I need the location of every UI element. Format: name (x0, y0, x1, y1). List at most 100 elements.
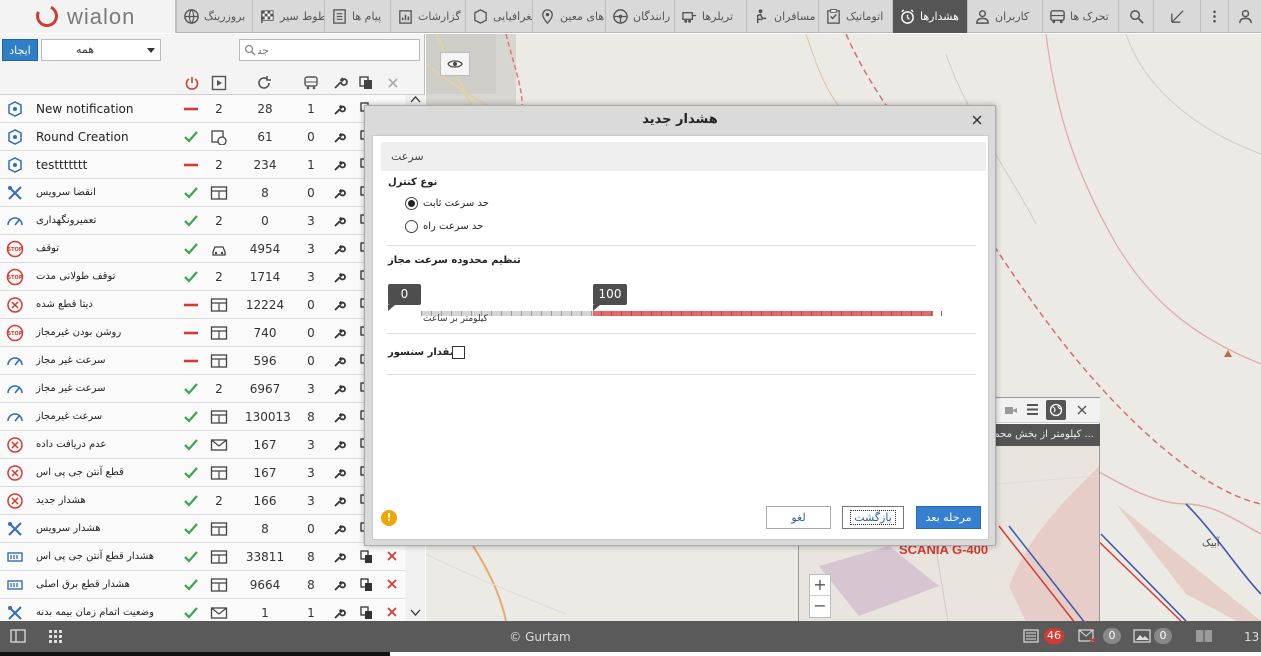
next-button[interactable]: مرحله بعد (916, 506, 981, 529)
notification-row[interactable]: تعمیرونگهداری 2 0 3 (0, 207, 405, 235)
disabled-dash-icon[interactable] (183, 297, 199, 313)
wrench-icon[interactable] (333, 242, 347, 256)
slider-min-handle[interactable]: 0 (388, 284, 421, 311)
nav-item-tracks[interactable]: خطوط سیر (252, 0, 324, 33)
map-visibility-button[interactable] (440, 52, 470, 76)
enabled-check-icon[interactable] (183, 213, 199, 229)
enabled-check-icon[interactable] (183, 269, 199, 285)
notification-name[interactable]: عدم دریافت داده (36, 439, 106, 450)
nav-item-geofences[interactable]: جغرافیایی (465, 0, 532, 33)
delete-icon[interactable] (386, 578, 398, 590)
delete-icon[interactable] (385, 75, 401, 91)
enabled-check-icon[interactable] (183, 437, 199, 453)
wialon-logo[interactable]: wialon (0, 0, 176, 33)
disabled-dash-icon[interactable] (183, 101, 199, 117)
nav-item-jobs[interactable]: اتوماتیک (818, 0, 892, 33)
more-menu-button[interactable] (1200, 0, 1228, 33)
delete-icon[interactable] (386, 606, 398, 618)
back-button[interactable]: بازگشت (842, 506, 904, 529)
copy-icon[interactable] (360, 578, 373, 592)
mail-icon[interactable] (1078, 629, 1096, 643)
search-button[interactable] (1118, 0, 1153, 33)
wrench-icon[interactable] (333, 410, 347, 424)
wrench-icon[interactable] (333, 130, 347, 144)
nav-item-reports[interactable]: گزارشات (390, 0, 465, 33)
notification-row[interactable]: STOP روشن بودن غیرمجاز 740 0 (0, 319, 405, 347)
notification-name[interactable]: سرعت غیرمجاز (36, 411, 102, 422)
account-button[interactable] (1228, 0, 1261, 33)
notification-row[interactable]: انقضا سرویس 8 0 (0, 179, 405, 207)
notification-name[interactable]: هشدار قطع برق اصلی (36, 579, 130, 590)
search-input[interactable] (239, 39, 420, 61)
notification-name[interactable]: هشدار قطع آنتن جی پی اس (36, 551, 154, 562)
wrench-icon[interactable] (333, 522, 347, 536)
filter-dropdown[interactable]: همه (41, 39, 161, 61)
wrench-icon[interactable] (333, 606, 347, 620)
wrench-icon[interactable] (333, 298, 347, 312)
radio-fixed-limit[interactable] (405, 197, 418, 210)
wrench-icon[interactable] (333, 494, 347, 508)
notification-row[interactable]: عدم دریافت داده 167 3 (0, 431, 405, 459)
cancel-button[interactable]: لغو (766, 506, 831, 529)
nav-item-drivers[interactable]: رانندگان (605, 0, 674, 33)
copy-icon[interactable] (360, 606, 373, 620)
delete-icon[interactable] (386, 550, 398, 562)
notification-name[interactable]: Round Creation (36, 130, 129, 144)
notification-name[interactable]: سرعت غیر مجاز (36, 383, 106, 394)
play-icon[interactable] (211, 75, 227, 91)
notification-name[interactable]: وضعیت اتمام زمان بیمه بدنه (36, 607, 154, 618)
nav-item-browsing[interactable]: بروزرینگ (176, 0, 258, 33)
globe-button[interactable] (1046, 400, 1066, 420)
notification-name[interactable]: هشدار سرویس (36, 523, 101, 534)
wrench-icon[interactable] (333, 438, 347, 452)
radio-road-limit[interactable] (405, 220, 418, 233)
enabled-check-icon[interactable] (183, 549, 199, 565)
wrench-icon[interactable] (332, 75, 348, 91)
photo-count-badge[interactable]: 0 (1154, 628, 1172, 644)
power-icon[interactable] (184, 75, 200, 91)
enabled-check-icon[interactable] (183, 409, 199, 425)
copy-icon[interactable] (358, 75, 374, 91)
zoom-out-button[interactable]: − (810, 596, 830, 617)
wrench-icon[interactable] (333, 550, 347, 564)
scroll-down-icon[interactable] (410, 609, 421, 617)
notification-name[interactable]: توقف طولانی مدت (36, 271, 115, 282)
notification-row[interactable]: دیتا قطع شده 12224 0 (0, 291, 405, 319)
notification-row[interactable]: STOP توقف 4954 3 (0, 235, 405, 263)
notification-row[interactable]: سرعت غیر مجاز 596 0 (0, 347, 405, 375)
notification-name[interactable]: سرعت غیر مجاز (36, 355, 106, 366)
scroll-up-icon[interactable] (410, 95, 421, 103)
notification-name[interactable]: دیتا قطع شده (36, 299, 93, 310)
measure-tool-button[interactable] (1153, 0, 1200, 33)
notification-row[interactable]: هشدار سرویس 8 0 (0, 515, 405, 543)
wrench-icon[interactable] (333, 326, 347, 340)
slider-max-handle[interactable]: 100 (593, 284, 627, 311)
wrench-icon[interactable] (333, 382, 347, 396)
notification-name[interactable]: New notification (36, 102, 133, 116)
wrench-icon[interactable] (333, 102, 347, 116)
nav-item-passengers[interactable]: مسافران (746, 0, 818, 33)
wrench-icon[interactable] (333, 186, 347, 200)
notification-row[interactable]: سرعت غیرمجاز 130013 8 (0, 403, 405, 431)
notification-name[interactable]: انقضا سرویس (36, 187, 96, 198)
notification-row[interactable]: سرعت غیر مجاز 2 6967 3 (0, 375, 405, 403)
refresh-icon[interactable] (256, 75, 272, 91)
close-icon[interactable] (1077, 405, 1087, 415)
messages-count-badge[interactable]: 46 (1044, 628, 1064, 644)
enabled-check-icon[interactable] (183, 605, 199, 621)
wrench-icon[interactable] (333, 158, 347, 172)
notification-row[interactable]: قطع آنتن جی پی اس 167 3 (0, 459, 405, 487)
radio-fixed-label[interactable]: حد سرعت ثابت (423, 198, 489, 209)
notification-name[interactable]: روشن بودن غیرمجاز (36, 327, 121, 338)
panel-layout-icon[interactable] (1195, 629, 1213, 643)
event-log-icon[interactable] (1023, 629, 1039, 643)
list-icon[interactable] (1026, 403, 1039, 416)
notification-row[interactable]: STOP توقف طولانی مدت 2 1714 3 (0, 263, 405, 291)
notification-row[interactable]: هشدار قطع آنتن جی پی اس 33811 8 (0, 543, 405, 571)
disabled-dash-icon[interactable] (183, 325, 199, 341)
notification-row[interactable]: Round Creation 61 0 (0, 123, 405, 151)
wrench-icon[interactable] (333, 578, 347, 592)
enabled-check-icon[interactable] (183, 129, 199, 145)
wrench-icon[interactable] (333, 354, 347, 368)
notification-row[interactable]: هشدار جدید 2 166 3 (0, 487, 405, 515)
